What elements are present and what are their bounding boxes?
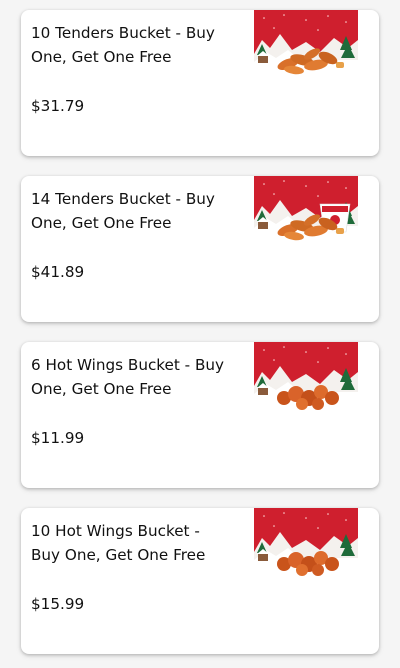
tenders-bucket-image xyxy=(254,10,358,90)
item-title: 6 Hot Wings Bucket - Buy One, Get One Fr… xyxy=(31,356,225,398)
item-title: 10 Tenders Bucket - Buy One, Get One Fre… xyxy=(31,24,215,66)
menu-item-card[interactable]: 10 Hot Wings Bucket - Buy One, Get One F… xyxy=(21,508,379,654)
item-title: 14 Tenders Bucket - Buy One, Get One Fre… xyxy=(31,190,215,232)
menu-item-card[interactable]: 6 Hot Wings Bucket - Buy One, Get One Fr… xyxy=(21,342,379,488)
menu-item-card[interactable]: 10 Tenders Bucket - Buy One, Get One Fre… xyxy=(21,10,379,156)
item-price: $41.89 xyxy=(31,263,85,281)
hot-wings-bucket-image xyxy=(254,508,358,588)
hot-wings-bucket-image xyxy=(254,342,358,422)
menu-item-card[interactable]: 14 Tenders Bucket - Buy One, Get One Fre… xyxy=(21,176,379,322)
item-price: $31.79 xyxy=(31,97,85,115)
item-title: 10 Hot Wings Bucket - Buy One, Get One F… xyxy=(31,522,206,564)
item-price: $15.99 xyxy=(31,595,85,613)
tenders-bucket-image xyxy=(254,176,358,256)
item-price: $11.99 xyxy=(31,429,85,447)
